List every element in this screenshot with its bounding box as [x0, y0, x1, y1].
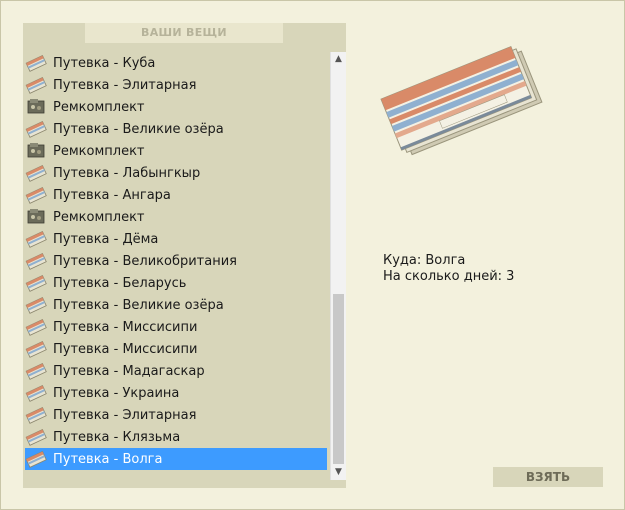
ticket-icon — [25, 250, 47, 272]
ticket-icon — [25, 272, 47, 294]
list-item-label: Путевка - Элитарная — [53, 77, 197, 93]
ticket-icon — [25, 316, 47, 338]
list-scrollbar[interactable]: ▲ ▼ — [330, 52, 346, 480]
list-item[interactable]: Путевка - Великие озёра — [25, 294, 327, 316]
repair-kit-icon — [25, 140, 47, 162]
list-item-label: Путевка - Великие озёра — [53, 297, 224, 313]
list-item[interactable]: Путевка - Клязьма — [25, 426, 327, 448]
list-item-label: Путевка - Ангара — [53, 187, 171, 203]
ticket-icon — [25, 184, 47, 206]
take-button[interactable]: ВЗЯТЬ — [493, 467, 603, 487]
list-item[interactable]: Ремкомплект — [25, 96, 327, 118]
ticket-icon — [25, 448, 47, 470]
list-item[interactable]: Путевка - Лабынгкыр — [25, 162, 327, 184]
list-item-label: Путевка - Великобритания — [53, 253, 237, 269]
list-item-label: Путевка - Лабынгкыр — [53, 165, 201, 181]
repair-kit-icon — [25, 206, 47, 228]
list-item[interactable]: Путевка - Мадагаскар — [25, 360, 327, 382]
ticket-icon — [25, 294, 47, 316]
list-item[interactable]: Ремкомплект — [25, 140, 327, 162]
list-item-label: Путевка - Куба — [53, 55, 156, 71]
ticket-icon — [25, 404, 47, 426]
list-item[interactable]: Путевка - Дёма — [25, 228, 327, 250]
list-item[interactable]: Путевка - Великобритания — [25, 250, 327, 272]
list-item[interactable]: Ремкомплект — [25, 206, 327, 228]
ticket-icon — [25, 338, 47, 360]
list-item-label: Путевка - Волга — [53, 451, 163, 467]
list-item-label: Путевка - Дёма — [53, 231, 159, 247]
list-item[interactable]: Путевка - Элитарная — [25, 74, 327, 96]
scroll-down-arrow-icon[interactable]: ▼ — [331, 465, 346, 480]
list-item-label: Ремкомплект — [53, 143, 145, 159]
ticket-preview-image — [380, 46, 543, 156]
list-item[interactable]: Путевка - Ангара — [25, 184, 327, 206]
list-item-label: Путевка - Клязьма — [53, 429, 181, 445]
days-text: На сколько дней: 3 — [383, 269, 515, 284]
ticket-icon — [25, 52, 47, 74]
list-item-label: Ремкомплект — [53, 209, 145, 225]
list-item[interactable]: Путевка - Миссисипи — [25, 316, 327, 338]
list-item[interactable]: Путевка - Куба — [25, 52, 327, 74]
ticket-icon — [25, 162, 47, 184]
destination-text: Куда: Волга — [383, 253, 466, 268]
list-item[interactable]: Путевка - Элитарная — [25, 404, 327, 426]
ticket-icon — [25, 228, 47, 250]
ticket-icon — [25, 74, 47, 96]
list-item[interactable]: Путевка - Миссисипи — [25, 338, 327, 360]
list-item[interactable]: Путевка - Украина — [25, 382, 327, 404]
list-item-label: Путевка - Мадагаскар — [53, 363, 205, 379]
item-details: Куда: Волга На сколько дней: 3 — [383, 253, 514, 285]
list-item-label: Путевка - Беларусь — [53, 275, 187, 291]
list-item[interactable]: Путевка - Великие озёра — [25, 118, 327, 140]
inventory-title: ВАШИ ВЕЩИ — [85, 23, 283, 43]
inventory-list[interactable]: Путевка - Куба Путевка - Элитарная Ремкомп… — [25, 52, 327, 472]
ticket-icon — [25, 360, 47, 382]
ticket-icon — [25, 382, 47, 404]
list-item-label: Путевка - Элитарная — [53, 407, 197, 423]
scroll-thumb[interactable] — [333, 294, 344, 464]
repair-kit-icon — [25, 96, 47, 118]
list-item-label: Путевка - Великие озёра — [53, 121, 224, 137]
ticket-icon — [25, 426, 47, 448]
ticket-icon — [25, 118, 47, 140]
list-item-label: Путевка - Миссисипи — [53, 319, 198, 335]
list-item[interactable]: Путевка - Беларусь — [25, 272, 327, 294]
list-item-label: Ремкомплект — [53, 99, 145, 115]
list-item[interactable]: Путевка - Волга — [25, 448, 327, 470]
list-item-label: Путевка - Миссисипи — [53, 341, 198, 357]
list-item-label: Путевка - Украина — [53, 385, 180, 401]
scroll-up-arrow-icon[interactable]: ▲ — [331, 52, 346, 67]
